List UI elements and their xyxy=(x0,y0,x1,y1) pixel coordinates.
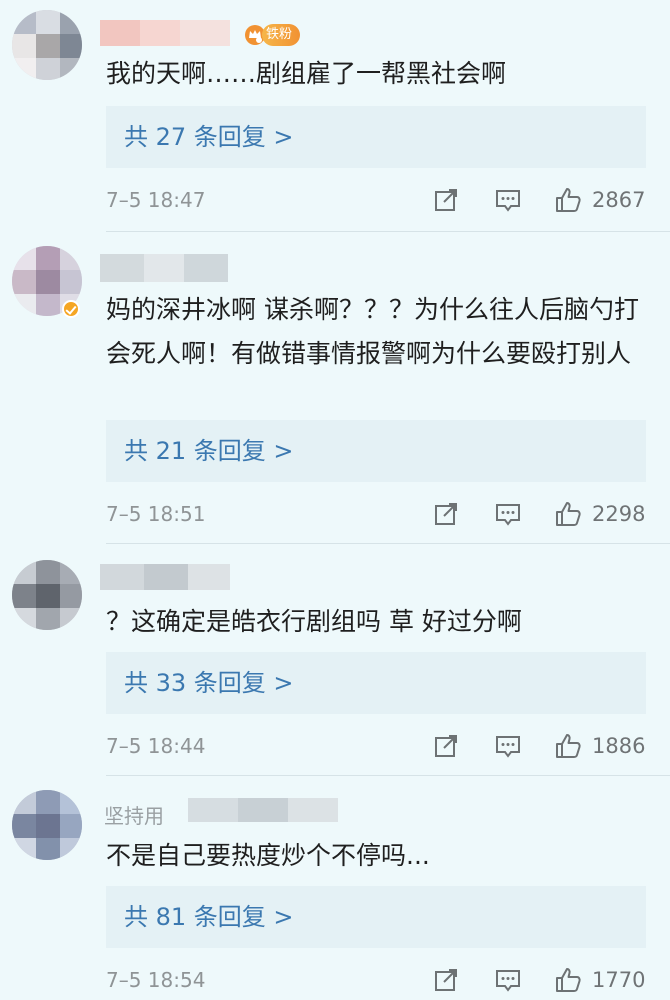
view-replies-button[interactable]: 共 81 条回复 > xyxy=(106,886,646,948)
comment-footer: 7–5 18:54 1770 xyxy=(106,960,646,1000)
timestamp: 7–5 18:44 xyxy=(106,734,206,758)
comment-icon[interactable] xyxy=(494,500,522,528)
comment-icon[interactable] xyxy=(494,966,522,994)
verified-icon xyxy=(62,300,80,318)
comment-item: 铁粉 我的天啊……剧组雇了一帮黑社会啊 共 27 条回复 > 7–5 18:47… xyxy=(0,0,670,232)
comment-item: 妈的深井冰啊 谋杀啊？？？为什么往人后脑勺打 会死人啊！有做错事情报警啊为什么要… xyxy=(0,232,670,544)
like-count: 1770 xyxy=(592,968,646,992)
share-icon[interactable] xyxy=(432,732,460,760)
thumbs-up-icon[interactable] xyxy=(554,966,582,994)
comment-footer: 7–5 18:51 2298 xyxy=(106,494,646,534)
comment-footer: 7–5 18:47 2867 xyxy=(106,180,646,220)
thumbs-up-icon[interactable] xyxy=(554,732,582,760)
share-icon[interactable] xyxy=(432,186,460,214)
like-count: 2298 xyxy=(592,502,646,526)
comment-text: 妈的深井冰啊 谋杀啊？？？为什么往人后脑勺打 会死人啊！有做错事情报警啊为什么要… xyxy=(106,295,639,368)
avatar[interactable] xyxy=(12,10,82,80)
timestamp: 7–5 18:47 xyxy=(106,188,206,212)
view-replies-button[interactable]: 共 27 条回复 > xyxy=(106,106,646,168)
timestamp: 7–5 18:54 xyxy=(106,968,206,992)
comment-text: 我的天啊……剧组雇了一帮黑社会啊 xyxy=(106,59,507,88)
comment-footer: 7–5 18:44 1886 xyxy=(106,726,646,766)
view-replies-button[interactable]: 共 21 条回复 > xyxy=(106,420,646,482)
username-blurred[interactable] xyxy=(100,560,230,600)
comment-item: 坚持用 不是自己要热度炒个不停吗... 共 81 条回复 > 7–5 18:54… xyxy=(0,776,670,1000)
comment-icon[interactable] xyxy=(494,186,522,214)
timestamp: 7–5 18:51 xyxy=(106,502,206,526)
comment-item: ？这确定是皓衣行剧组吗 草 好过分啊 共 33 条回复 > 7–5 18:44 … xyxy=(0,544,670,776)
username-blurred[interactable]: 坚持用 xyxy=(100,788,350,828)
username-blurred[interactable] xyxy=(100,250,270,290)
like-count: 2867 xyxy=(592,188,646,212)
comment-text: ？这确定是皓衣行剧组吗 草 好过分啊 xyxy=(106,607,522,636)
fan-badge: 铁粉 xyxy=(262,24,301,46)
like-count: 1886 xyxy=(592,734,646,758)
thumbs-up-icon[interactable] xyxy=(554,186,582,214)
username-partial: 坚持用 xyxy=(104,804,164,828)
username-blurred[interactable] xyxy=(100,14,230,54)
view-replies-button[interactable]: 共 33 条回复 > xyxy=(106,652,646,714)
comment-text: 不是自己要热度炒个不停吗... xyxy=(106,841,430,870)
share-icon[interactable] xyxy=(432,966,460,994)
thumbs-up-icon[interactable] xyxy=(554,500,582,528)
avatar[interactable] xyxy=(12,790,82,860)
share-icon[interactable] xyxy=(432,500,460,528)
avatar[interactable] xyxy=(12,560,82,630)
comment-icon[interactable] xyxy=(494,732,522,760)
